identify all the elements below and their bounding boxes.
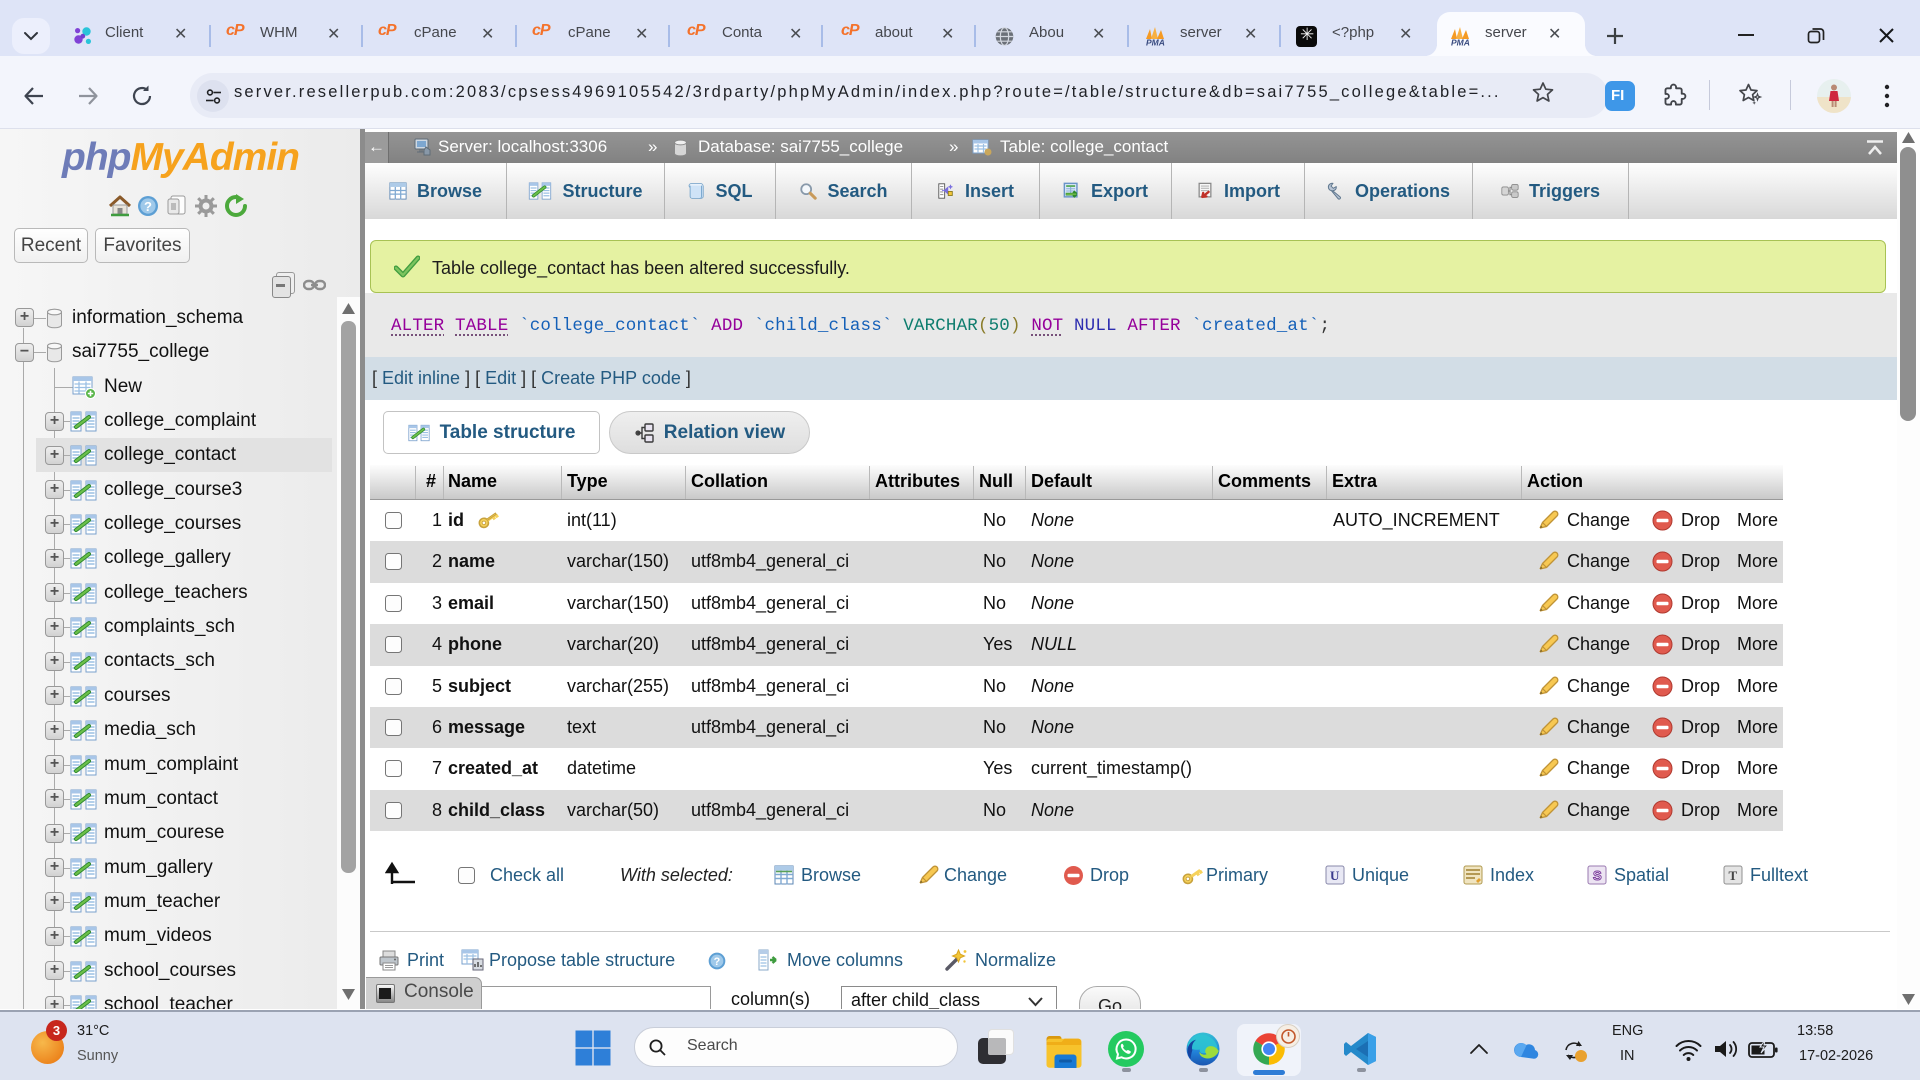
svg-text:?: ? (714, 956, 721, 968)
svg-text:S: S (1593, 868, 1602, 883)
svg-text:PMA: PMA (1451, 38, 1470, 47)
svg-text:T: T (1729, 868, 1738, 883)
svg-text:PMA: PMA (1146, 38, 1165, 47)
svg-text:?: ? (144, 199, 152, 214)
svg-text:U: U (1330, 868, 1340, 883)
